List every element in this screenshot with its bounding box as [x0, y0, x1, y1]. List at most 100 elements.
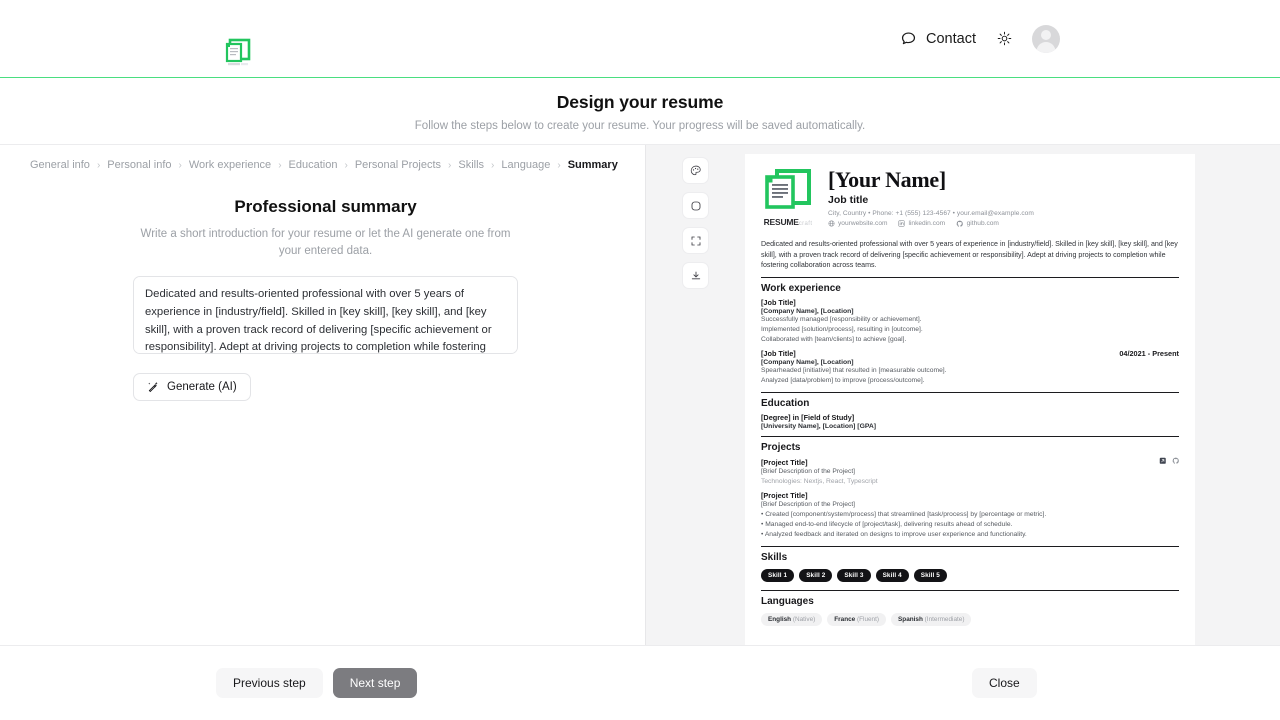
work-entry-bullet: Analyzed [data/problem] to improve [proc…: [761, 376, 1179, 386]
breadcrumb-item-personal-projects[interactable]: Personal Projects: [355, 159, 441, 171]
form-column: General info › Personal info › Work experien…: [0, 145, 645, 645]
resume-link-label: yourwebsite.com: [838, 220, 887, 227]
resume-summary: Dedicated and results-oriented professio…: [761, 239, 1179, 271]
language-name: France: [834, 616, 855, 623]
project-bullet: • Created [component/system/process] tha…: [761, 510, 1179, 520]
project-links: [1159, 457, 1179, 465]
resume-logo: RESUMEcraft: [761, 168, 815, 229]
resume-languages-title: Languages: [761, 596, 1179, 607]
breadcrumb-separator: ›: [491, 160, 494, 171]
breadcrumb-separator: ›: [557, 160, 560, 171]
linkedin-icon: [898, 220, 905, 227]
resume-link-yourwebsite[interactable]: yourwebsite.com: [828, 220, 887, 228]
project-bullet: • Managed end-to-end lifecycle of [proje…: [761, 520, 1179, 530]
project-entry: [Project Title][Brief Description of the…: [761, 491, 1179, 540]
work-entry-company: [Company Name], [Location]: [761, 308, 1179, 315]
resume-projects-title: Projects: [761, 442, 1179, 453]
education-degree: [Degree] in [Field of Study]: [761, 413, 1179, 422]
chat-bubble-icon: [900, 30, 917, 47]
page-title: Design your resume: [0, 92, 1280, 113]
work-entry-bullet: Spearheaded [initiative] that resulted i…: [761, 366, 1179, 376]
language-level: (Native): [793, 616, 815, 623]
resume-logo-wordmark: RESUMEcraft: [761, 213, 815, 229]
next-step-button[interactable]: Next step: [333, 668, 418, 698]
breadcrumb-item-education[interactable]: Education: [289, 159, 338, 171]
section-divider: [761, 392, 1179, 393]
download-icon[interactable]: [682, 262, 709, 289]
education-school: [University Name], [Location] [GPA]: [761, 423, 1179, 430]
breadcrumb-item-work-experience[interactable]: Work experience: [189, 159, 271, 171]
avatar[interactable]: [1032, 25, 1060, 53]
breadcrumb-item-language[interactable]: Language: [501, 159, 550, 171]
breadcrumb: General info › Personal info › Work experien…: [30, 159, 621, 171]
resume-contact-line: City, Country • Phone: +1 (555) 123-4567…: [828, 210, 1179, 217]
resume-link-label: github.com: [967, 220, 999, 227]
resume-education-title: Education: [761, 398, 1179, 409]
top-bar-actions: Contact: [900, 25, 1256, 53]
close-button[interactable]: Close: [972, 668, 1037, 698]
section-divider: [761, 277, 1179, 278]
work-entry: [Job Title][Company Name], [Location]Suc…: [761, 298, 1179, 345]
work-entry-bullet: Collaborated with [team/clients] to achi…: [761, 335, 1179, 345]
resume-work-title: Work experience: [761, 283, 1179, 294]
resume-links: yourwebsite.com linkedin.com github.com: [828, 220, 1179, 228]
language-name: English: [768, 616, 791, 623]
language-level: (Intermediate): [925, 616, 965, 623]
work-entry-company: [Company Name], [Location]: [761, 359, 1179, 366]
resume-skills-list: Skill 1Skill 2Skill 3Skill 4Skill 5: [761, 569, 1179, 582]
github-icon[interactable]: [1172, 457, 1180, 465]
wizard-footer: Previous step Next step Close: [0, 645, 1280, 720]
project-entry: [Project Title][Brief Description of the…: [761, 457, 1179, 487]
palette-icon[interactable]: [682, 157, 709, 184]
work-entry-title: [Job Title]: [761, 298, 796, 307]
previous-step-button[interactable]: Previous step: [216, 668, 323, 698]
work-entry-title: [Job Title]: [761, 349, 796, 358]
contact-button[interactable]: Contact: [900, 30, 976, 47]
resume-name: [Your Name]: [828, 168, 1179, 191]
fullscreen-icon[interactable]: [682, 227, 709, 254]
language-pill: France (Fluent): [827, 613, 886, 626]
education-entry: [Degree] in [Field of Study][University …: [761, 413, 1179, 430]
work-entry: [Job Title]04/2021 - Present[Company Nam…: [761, 349, 1179, 386]
breadcrumb-item-skills[interactable]: Skills: [458, 159, 484, 171]
top-navigation-bar: Contact: [0, 0, 1280, 78]
resume-education-list: [Degree] in [Field of Study][University …: [761, 413, 1179, 430]
breadcrumb-item-summary[interactable]: Summary: [568, 159, 618, 171]
resume-link-linkedin[interactable]: linkedin.com: [898, 220, 945, 228]
resume-job-title: Job title: [828, 194, 1179, 206]
summary-input[interactable]: [133, 276, 518, 354]
work-entry-bullet: Implemented [solution/process], resultin…: [761, 325, 1179, 335]
logo-word-main: RESUME: [764, 217, 799, 227]
resume-builder-app: Contact Design your resume Follow the st…: [0, 0, 1280, 720]
skill-pill: Skill 1: [761, 569, 794, 582]
breadcrumb-separator: ›: [448, 160, 451, 171]
generate-ai-button[interactable]: Generate (AI): [133, 373, 251, 401]
project-title: [Project Title]: [761, 458, 808, 467]
language-pill: Spanish (Intermediate): [891, 613, 971, 626]
breadcrumb-separator: ›: [278, 160, 281, 171]
language-level: (Fluent): [857, 616, 879, 623]
logo-word-sub: craft: [799, 221, 813, 227]
sun-icon[interactable]: [994, 29, 1014, 49]
sparkles-icon: [147, 381, 159, 393]
breadcrumb-separator: ›: [97, 160, 100, 171]
footer-nav-buttons: Previous step Next step: [216, 668, 417, 698]
resume-link-label: linkedin.com: [908, 220, 945, 227]
project-description: [Brief Description of the Project]: [761, 467, 1179, 477]
skill-pill: Skill 3: [837, 569, 870, 582]
resume-link-github[interactable]: github.com: [956, 220, 999, 228]
project-title: [Project Title]: [761, 491, 808, 500]
section-divider: [761, 546, 1179, 547]
breadcrumb-item-personal-info[interactable]: Personal info: [107, 159, 171, 171]
builder-body: General info › Personal info › Work experien…: [0, 144, 1280, 645]
external-link-icon[interactable]: [1159, 457, 1167, 465]
project-description: [Brief Description of the Project]: [761, 500, 1179, 510]
skill-pill: Skill 4: [876, 569, 909, 582]
resumecraft-logo[interactable]: [225, 38, 253, 68]
breadcrumb-item-general-info[interactable]: General info: [30, 159, 90, 171]
project-technologies: Technologies: Nextjs, React, Typescript: [761, 477, 1179, 487]
shape-icon[interactable]: [682, 192, 709, 219]
language-name: Spanish: [898, 616, 923, 623]
resume-projects-list: [Project Title][Brief Description of the…: [761, 457, 1179, 540]
language-pill: English (Native): [761, 613, 822, 626]
